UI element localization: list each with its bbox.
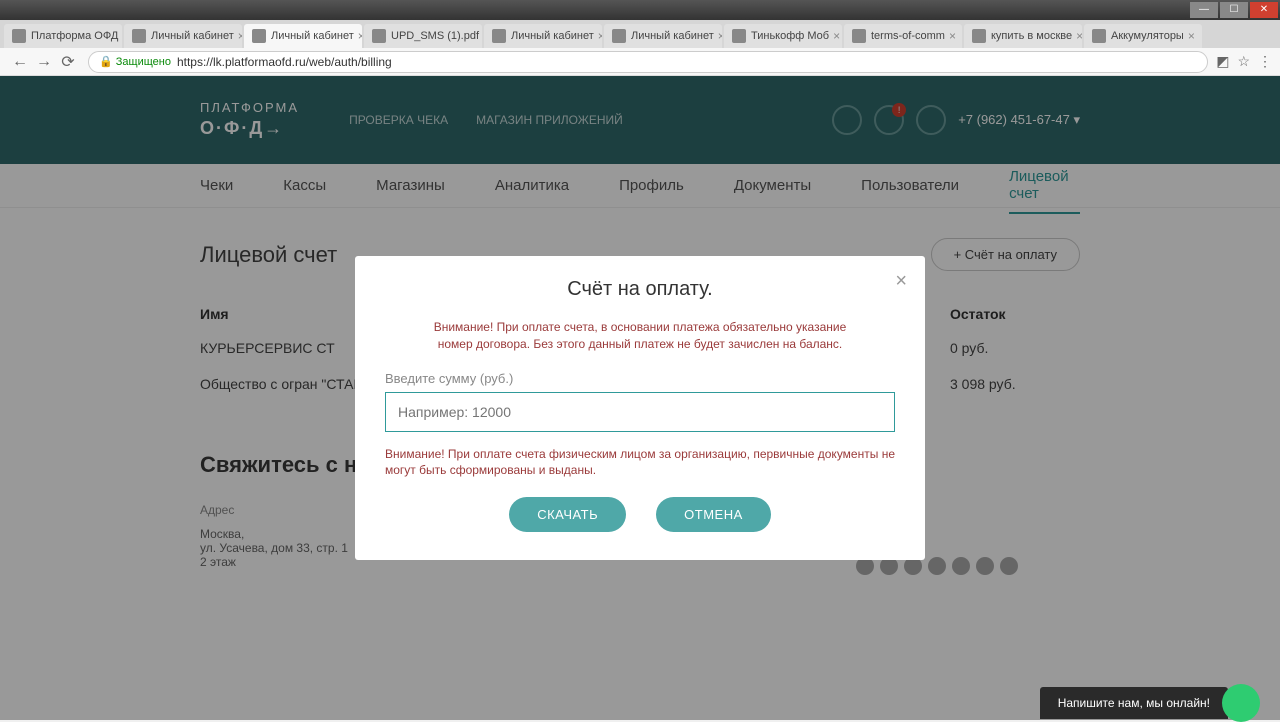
favicon-icon xyxy=(132,29,146,43)
browser-tab[interactable]: Аккумуляторы× xyxy=(1084,24,1202,48)
download-button[interactable]: СКАЧАТЬ xyxy=(509,497,626,532)
tab-label: купить в москве xyxy=(991,30,1072,42)
menu-icon[interactable]: ⋮ xyxy=(1258,53,1272,70)
tab-close-icon[interactable]: × xyxy=(945,29,956,43)
tab-label: Личный кабинет xyxy=(271,30,354,42)
tab-label: terms-of-comm xyxy=(871,30,945,42)
modal-warning-1: Внимание! При оплате счета, в основании … xyxy=(385,319,895,353)
modal: × Счёт на оплату. Внимание! При оплате с… xyxy=(355,256,925,560)
tab-label: Личный кабинет xyxy=(151,30,234,42)
modal-title: Счёт на оплату. xyxy=(385,278,895,301)
browser-tab[interactable]: terms-of-comm× xyxy=(844,24,962,48)
favicon-icon xyxy=(1092,29,1106,43)
tab-close-icon[interactable]: × xyxy=(829,29,840,43)
modal-warning-2: Внимание! При оплате счета физическим ли… xyxy=(385,446,895,480)
url-text: https://lk.platformaofd.ru/web/auth/bill… xyxy=(177,55,392,69)
window-titlebar: — ☐ ✕ xyxy=(0,0,1280,20)
tab-close-icon[interactable]: × xyxy=(594,29,602,43)
secure-badge: 🔒 Защищено xyxy=(99,55,171,68)
tab-label: Личный кабинет xyxy=(631,30,714,42)
tab-close-icon[interactable]: × xyxy=(1072,29,1082,43)
browser-tab[interactable]: Личный кабинет× xyxy=(604,24,722,48)
chat-bubble-icon[interactable] xyxy=(1222,684,1260,722)
chat-bar[interactable]: Напишите нам, мы онлайн! xyxy=(1040,687,1228,719)
amount-input[interactable] xyxy=(385,392,895,432)
window-maximize[interactable]: ☐ xyxy=(1220,2,1248,18)
nav-back[interactable]: ← xyxy=(8,50,32,74)
tab-label: UPD_SMS (1).pdf xyxy=(391,30,479,42)
star-icon[interactable]: ☆ xyxy=(1237,53,1250,70)
tab-label: Личный кабинет xyxy=(511,30,594,42)
favicon-icon xyxy=(492,29,506,43)
favicon-icon xyxy=(852,29,866,43)
tab-close-icon[interactable]: × xyxy=(234,29,242,43)
favicon-icon xyxy=(732,29,746,43)
tab-label: Аккумуляторы xyxy=(1111,30,1184,42)
favicon-icon xyxy=(372,29,386,43)
url-field[interactable]: 🔒 Защищено https://lk.platformaofd.ru/we… xyxy=(88,51,1208,73)
tab-label: Платформа ОФД xyxy=(31,30,118,42)
browser-tab[interactable]: Личный кабинет× xyxy=(124,24,242,48)
browser-tab[interactable]: купить в москве× xyxy=(964,24,1082,48)
window-minimize[interactable]: — xyxy=(1190,2,1218,18)
cancel-button[interactable]: ОТМЕНА xyxy=(656,497,771,532)
window-close[interactable]: ✕ xyxy=(1250,2,1278,18)
close-icon[interactable]: × xyxy=(895,270,907,293)
favicon-icon xyxy=(12,29,26,43)
favicon-icon xyxy=(252,29,266,43)
tab-close-icon[interactable]: × xyxy=(118,29,122,43)
browser-tab[interactable]: Тинькофф Моб× xyxy=(724,24,842,48)
amount-label: Введите сумму (руб.) xyxy=(385,371,895,386)
cast-icon[interactable]: ◩ xyxy=(1216,53,1229,70)
page: ПЛАТФОРМА О·Ф·Д→ ПРОВЕРКА ЧЕКА МАГАЗИН П… xyxy=(0,76,1280,720)
chat-widget[interactable]: Напишите нам, мы онлайн! xyxy=(1040,686,1260,720)
browser-tab[interactable]: Платформа ОФД× xyxy=(4,24,122,48)
tab-close-icon[interactable]: × xyxy=(1184,29,1195,43)
tab-close-icon[interactable]: × xyxy=(354,29,362,43)
browser-tab[interactable]: UPD_SMS (1).pdf× xyxy=(364,24,482,48)
browser-tab[interactable]: Личный кабинет× xyxy=(244,24,362,48)
nav-forward[interactable]: → xyxy=(32,50,56,74)
favicon-icon xyxy=(972,29,986,43)
urlbar: ← → ⟳ 🔒 Защищено https://lk.platformaofd… xyxy=(0,48,1280,76)
tabs-row: Платформа ОФД×Личный кабинет×Личный каби… xyxy=(0,20,1280,48)
modal-overlay[interactable]: × Счёт на оплату. Внимание! При оплате с… xyxy=(0,76,1280,720)
tab-close-icon[interactable]: × xyxy=(714,29,722,43)
favicon-icon xyxy=(612,29,626,43)
browser-tab[interactable]: Личный кабинет× xyxy=(484,24,602,48)
tab-label: Тинькофф Моб xyxy=(751,30,829,42)
tab-close-icon[interactable]: × xyxy=(479,29,482,43)
nav-reload[interactable]: ⟳ xyxy=(56,50,80,74)
